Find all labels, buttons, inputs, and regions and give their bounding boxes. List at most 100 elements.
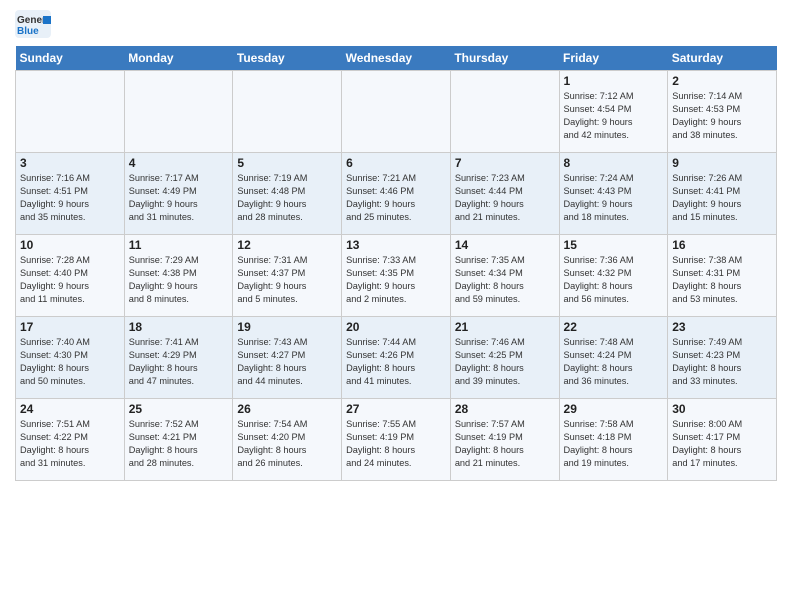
day-number: 3 bbox=[20, 156, 120, 170]
page-container: General Blue SundayMondayTuesdayWednesda… bbox=[0, 0, 792, 486]
day-info: Sunrise: 7:23 AM Sunset: 4:44 PM Dayligh… bbox=[455, 172, 555, 224]
calendar-cell: 26Sunrise: 7:54 AM Sunset: 4:20 PM Dayli… bbox=[233, 399, 342, 481]
day-info: Sunrise: 7:31 AM Sunset: 4:37 PM Dayligh… bbox=[237, 254, 337, 306]
calendar-cell: 21 Sunrise: 7:46 AM Sunset: 4:25 PM Dayli… bbox=[450, 317, 559, 399]
day-number: 28 bbox=[455, 402, 555, 416]
calendar-cell: 6 Sunrise: 7:21 AM Sunset: 4:46 PM Daylig… bbox=[342, 153, 451, 235]
calendar-cell: 10 Sunrise: 7:28 AM Sunset: 4:40 PM Dayli… bbox=[16, 235, 125, 317]
day-info: Sunrise: 7:28 AM Sunset: 4:40 PM Dayligh… bbox=[20, 254, 120, 306]
day-number: 4 bbox=[129, 156, 229, 170]
weekday-header-tuesday: Tuesday bbox=[233, 46, 342, 71]
calendar-cell bbox=[233, 71, 342, 153]
day-info: Sunrise: 7:33 AM Sunset: 4:35 PM Dayligh… bbox=[346, 254, 446, 306]
day-number: 25 bbox=[129, 402, 229, 416]
page-header: General Blue bbox=[15, 10, 777, 38]
day-info: Sunrise: 7:12 AM Sunset: 4:54 PM Dayligh… bbox=[564, 90, 664, 142]
day-info: Sunrise: 7:36 AM Sunset: 4:32 PM Dayligh… bbox=[564, 254, 664, 306]
day-info: Sunrise: 7:51 AM Sunset: 4:22 PM Dayligh… bbox=[20, 418, 120, 470]
calendar-cell: 1 Sunrise: 7:12 AM Sunset: 4:54 PM Daylig… bbox=[559, 71, 668, 153]
calendar-week-1: 3 Sunrise: 7:16 AM Sunset: 4:51 PM Daylig… bbox=[16, 153, 777, 235]
day-number: 12 bbox=[237, 238, 337, 252]
calendar-week-3: 17 Sunrise: 7:40 AM Sunset: 4:30 PM Dayli… bbox=[16, 317, 777, 399]
day-number: 10 bbox=[20, 238, 120, 252]
calendar-cell: 4 Sunrise: 7:17 AM Sunset: 4:49 PM Daylig… bbox=[124, 153, 233, 235]
calendar-cell: 14 Sunrise: 7:35 AM Sunset: 4:34 PM Dayli… bbox=[450, 235, 559, 317]
weekday-header-monday: Monday bbox=[124, 46, 233, 71]
day-info: Sunrise: 7:14 AM Sunset: 4:53 PM Dayligh… bbox=[672, 90, 772, 142]
day-number: 6 bbox=[346, 156, 446, 170]
calendar-cell: 3 Sunrise: 7:16 AM Sunset: 4:51 PM Daylig… bbox=[16, 153, 125, 235]
day-info: Sunrise: 7:16 AM Sunset: 4:51 PM Dayligh… bbox=[20, 172, 120, 224]
day-number: 18 bbox=[129, 320, 229, 334]
calendar-cell: 13 Sunrise: 7:33 AM Sunset: 4:35 PM Dayli… bbox=[342, 235, 451, 317]
day-number: 8 bbox=[564, 156, 664, 170]
logo: General Blue bbox=[15, 10, 51, 38]
day-info: Sunrise: 7:41 AM Sunset: 4:29 PM Dayligh… bbox=[129, 336, 229, 388]
logo-icon: General Blue bbox=[15, 10, 51, 38]
calendar-week-4: 24 Sunrise: 7:51 AM Sunset: 4:22 PM Dayli… bbox=[16, 399, 777, 481]
weekday-header-wednesday: Wednesday bbox=[342, 46, 451, 71]
calendar-cell: 22 Sunrise: 7:48 AM Sunset: 4:24 PM Dayli… bbox=[559, 317, 668, 399]
day-number: 20 bbox=[346, 320, 446, 334]
calendar-cell: 7Sunrise: 7:23 AM Sunset: 4:44 PM Daylig… bbox=[450, 153, 559, 235]
day-info: Sunrise: 7:55 AM Sunset: 4:19 PM Dayligh… bbox=[346, 418, 446, 470]
day-info: Sunrise: 7:49 AM Sunset: 4:23 PM Dayligh… bbox=[672, 336, 772, 388]
calendar-cell: 24 Sunrise: 7:51 AM Sunset: 4:22 PM Dayli… bbox=[16, 399, 125, 481]
calendar-cell bbox=[450, 71, 559, 153]
calendar-week-0: 1 Sunrise: 7:12 AM Sunset: 4:54 PM Daylig… bbox=[16, 71, 777, 153]
weekday-header-saturday: Saturday bbox=[668, 46, 777, 71]
day-number: 9 bbox=[672, 156, 772, 170]
calendar-cell: 9 Sunrise: 7:26 AM Sunset: 4:41 PM Daylig… bbox=[668, 153, 777, 235]
day-info: Sunrise: 7:48 AM Sunset: 4:24 PM Dayligh… bbox=[564, 336, 664, 388]
day-number: 1 bbox=[564, 74, 664, 88]
calendar-table: SundayMondayTuesdayWednesdayThursdayFrid… bbox=[15, 46, 777, 481]
day-info: Sunrise: 7:40 AM Sunset: 4:30 PM Dayligh… bbox=[20, 336, 120, 388]
calendar-cell: 28 Sunrise: 7:57 AM Sunset: 4:19 PM Dayli… bbox=[450, 399, 559, 481]
day-info: Sunrise: 7:17 AM Sunset: 4:49 PM Dayligh… bbox=[129, 172, 229, 224]
calendar-cell: 5Sunrise: 7:19 AM Sunset: 4:48 PM Daylig… bbox=[233, 153, 342, 235]
day-info: Sunrise: 7:54 AM Sunset: 4:20 PM Dayligh… bbox=[237, 418, 337, 470]
calendar-cell bbox=[16, 71, 125, 153]
day-number: 2 bbox=[672, 74, 772, 88]
day-number: 13 bbox=[346, 238, 446, 252]
day-info: Sunrise: 7:21 AM Sunset: 4:46 PM Dayligh… bbox=[346, 172, 446, 224]
day-info: Sunrise: 7:19 AM Sunset: 4:48 PM Dayligh… bbox=[237, 172, 337, 224]
day-number: 24 bbox=[20, 402, 120, 416]
day-info: Sunrise: 7:24 AM Sunset: 4:43 PM Dayligh… bbox=[564, 172, 664, 224]
day-info: Sunrise: 8:00 AM Sunset: 4:17 PM Dayligh… bbox=[672, 418, 772, 470]
day-number: 14 bbox=[455, 238, 555, 252]
day-number: 11 bbox=[129, 238, 229, 252]
weekday-header-thursday: Thursday bbox=[450, 46, 559, 71]
day-info: Sunrise: 7:52 AM Sunset: 4:21 PM Dayligh… bbox=[129, 418, 229, 470]
calendar-cell: 30 Sunrise: 8:00 AM Sunset: 4:17 PM Dayli… bbox=[668, 399, 777, 481]
svg-text:Blue: Blue bbox=[17, 26, 39, 37]
day-number: 15 bbox=[564, 238, 664, 252]
day-number: 17 bbox=[20, 320, 120, 334]
day-info: Sunrise: 7:35 AM Sunset: 4:34 PM Dayligh… bbox=[455, 254, 555, 306]
day-info: Sunrise: 7:26 AM Sunset: 4:41 PM Dayligh… bbox=[672, 172, 772, 224]
weekday-header-sunday: Sunday bbox=[16, 46, 125, 71]
calendar-cell: 12 Sunrise: 7:31 AM Sunset: 4:37 PM Dayli… bbox=[233, 235, 342, 317]
day-info: Sunrise: 7:57 AM Sunset: 4:19 PM Dayligh… bbox=[455, 418, 555, 470]
day-info: Sunrise: 7:38 AM Sunset: 4:31 PM Dayligh… bbox=[672, 254, 772, 306]
day-info: Sunrise: 7:46 AM Sunset: 4:25 PM Dayligh… bbox=[455, 336, 555, 388]
day-info: Sunrise: 7:58 AM Sunset: 4:18 PM Dayligh… bbox=[564, 418, 664, 470]
day-info: Sunrise: 7:43 AM Sunset: 4:27 PM Dayligh… bbox=[237, 336, 337, 388]
calendar-cell: 19Sunrise: 7:43 AM Sunset: 4:27 PM Dayli… bbox=[233, 317, 342, 399]
day-number: 16 bbox=[672, 238, 772, 252]
calendar-cell: 11Sunrise: 7:29 AM Sunset: 4:38 PM Dayli… bbox=[124, 235, 233, 317]
calendar-cell: 18 Sunrise: 7:41 AM Sunset: 4:29 PM Dayli… bbox=[124, 317, 233, 399]
weekday-header-row: SundayMondayTuesdayWednesdayThursdayFrid… bbox=[16, 46, 777, 71]
day-info: Sunrise: 7:44 AM Sunset: 4:26 PM Dayligh… bbox=[346, 336, 446, 388]
calendar-cell: 17 Sunrise: 7:40 AM Sunset: 4:30 PM Dayli… bbox=[16, 317, 125, 399]
day-number: 22 bbox=[564, 320, 664, 334]
calendar-cell: 2 Sunrise: 7:14 AM Sunset: 4:53 PM Daylig… bbox=[668, 71, 777, 153]
calendar-cell: 20 Sunrise: 7:44 AM Sunset: 4:26 PM Dayli… bbox=[342, 317, 451, 399]
calendar-cell: 23Sunrise: 7:49 AM Sunset: 4:23 PM Dayli… bbox=[668, 317, 777, 399]
calendar-cell: 25 Sunrise: 7:52 AM Sunset: 4:21 PM Dayli… bbox=[124, 399, 233, 481]
calendar-cell bbox=[124, 71, 233, 153]
day-number: 21 bbox=[455, 320, 555, 334]
calendar-cell: 8 Sunrise: 7:24 AM Sunset: 4:43 PM Daylig… bbox=[559, 153, 668, 235]
day-number: 30 bbox=[672, 402, 772, 416]
calendar-cell: 29Sunrise: 7:58 AM Sunset: 4:18 PM Dayli… bbox=[559, 399, 668, 481]
